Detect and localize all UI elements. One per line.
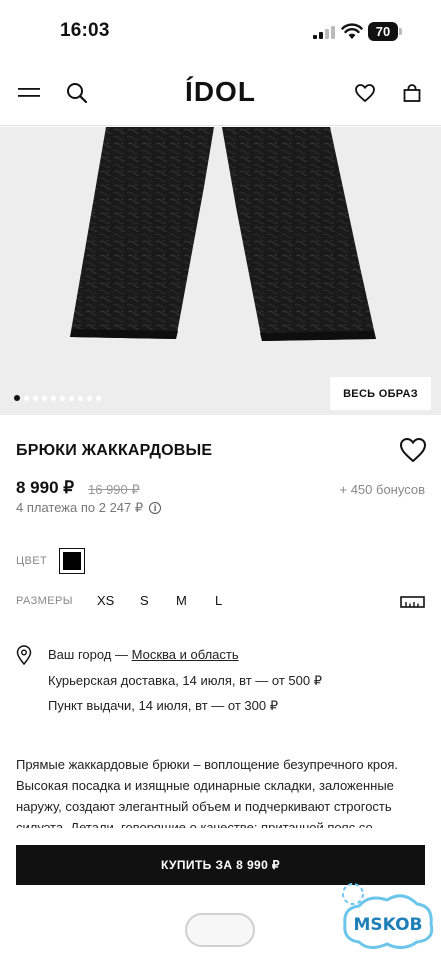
- app-header: ÍDOL: [0, 62, 441, 126]
- gallery-dot[interactable]: [69, 395, 74, 401]
- city-link[interactable]: Москва и область: [132, 647, 239, 662]
- gallery-dot[interactable]: [96, 395, 101, 401]
- installments-text: 4 платежа по 2 247 ₽: [16, 500, 144, 515]
- city-row: Ваш город — Москва и область: [48, 647, 239, 662]
- status-bar: 16:03 70: [0, 0, 441, 62]
- size-chart-ruler-icon[interactable]: [400, 594, 425, 609]
- home-indicator[interactable]: [185, 913, 255, 947]
- product-photo-trousers: [70, 127, 376, 341]
- buy-button[interactable]: КУПИТЬ ЗА 8 990 ₽: [16, 845, 425, 885]
- gallery-dot[interactable]: [78, 395, 83, 401]
- courier-delivery: Курьерская доставка, 14 июля, вт — от 50…: [48, 673, 322, 688]
- gallery-dot[interactable]: [24, 395, 29, 401]
- size-option[interactable]: L: [215, 593, 222, 608]
- cart-bag-icon[interactable]: [399, 80, 425, 106]
- location-pin-icon: [16, 645, 32, 666]
- size-option[interactable]: XS: [97, 593, 114, 608]
- mskob-watermark-logo: MSKOB: [342, 883, 434, 949]
- city-prefix: Ваш город —: [48, 647, 132, 662]
- gallery-pagination: [14, 395, 101, 401]
- gallery-dot[interactable]: [14, 395, 20, 401]
- product-image-gallery[interactable]: ВЕСЬ ОБРАЗ: [0, 127, 441, 415]
- info-icon[interactable]: i: [149, 502, 162, 514]
- gallery-dot[interactable]: [33, 395, 38, 401]
- sizes-label: РАЗМЕРЫ: [16, 595, 73, 607]
- cellular-signal-icon: [313, 26, 335, 39]
- swatch-color: [63, 552, 81, 570]
- product-title: БРЮКИ ЖАККАРДОВЫЕ: [16, 442, 213, 459]
- bonus-points: + 450 бонусов: [339, 482, 426, 497]
- favorite-heart-icon[interactable]: [399, 437, 427, 463]
- battery-level: 70: [368, 22, 398, 41]
- size-option[interactable]: M: [176, 593, 187, 608]
- pickup-delivery: Пункт выдачи, 14 июля, вт — от 300 ₽: [48, 698, 278, 713]
- full-look-button[interactable]: ВЕСЬ ОБРАЗ: [330, 377, 431, 410]
- gallery-dot[interactable]: [42, 395, 47, 401]
- color-swatch-black[interactable]: [59, 548, 85, 574]
- old-price: 16 990 ₽: [88, 482, 140, 497]
- gallery-dot[interactable]: [51, 395, 56, 401]
- gallery-dot[interactable]: [87, 395, 92, 401]
- current-price: 8 990 ₽: [16, 478, 75, 497]
- color-label: ЦВЕТ: [16, 555, 48, 567]
- svg-text:MSKOB: MSKOB: [354, 915, 423, 935]
- installments-info[interactable]: 4 платежа по 2 247 ₽ i: [16, 500, 162, 516]
- gallery-dot[interactable]: [60, 395, 65, 401]
- size-option[interactable]: S: [140, 593, 149, 608]
- wifi-icon: [341, 23, 363, 39]
- wishlist-icon[interactable]: [352, 80, 378, 106]
- product-description: Прямые жаккардовые брюки – воплощение бе…: [16, 757, 399, 828]
- status-time: 16:03: [60, 20, 110, 41]
- battery-icon: 70: [368, 22, 402, 41]
